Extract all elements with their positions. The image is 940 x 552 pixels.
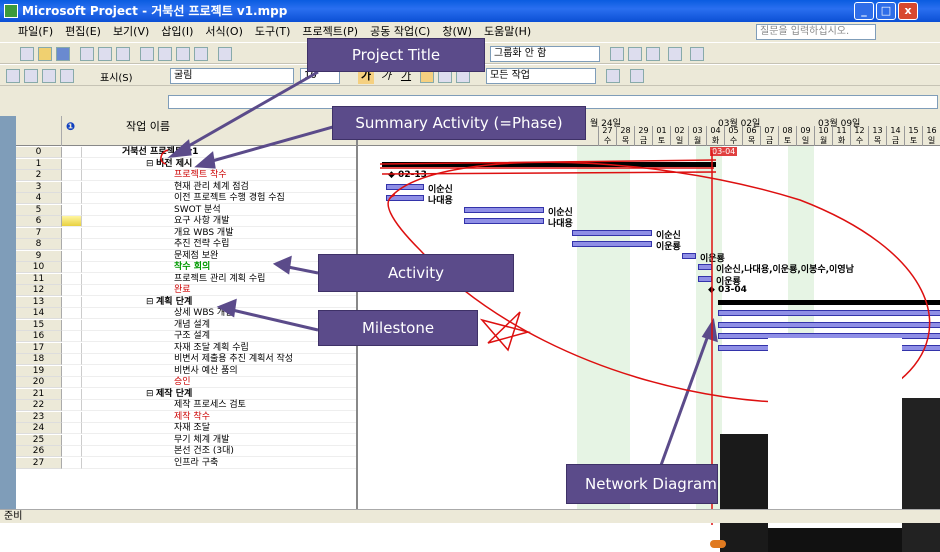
red-mark-title — [160, 149, 169, 165]
callout-milestone: Milestone — [318, 310, 478, 346]
arrowhead-summary — [194, 151, 216, 169]
presenter-whiteboard — [768, 338, 902, 528]
presenter-hand — [710, 540, 726, 548]
arrowhead-activity — [272, 255, 292, 275]
status-text: 준비 — [4, 511, 23, 522]
arrow-network — [658, 329, 712, 469]
callout-summary-activity: Summary Activity (=Phase) — [332, 106, 586, 140]
status-bar: 준비 — [0, 509, 940, 523]
presenter-shoulder — [720, 434, 768, 552]
arrow-summary — [204, 123, 341, 165]
callout-network-diagram: Network Diagram — [566, 464, 718, 504]
arrowhead-network — [701, 317, 718, 343]
presenter-body — [902, 398, 940, 552]
arrow-title — [177, 70, 319, 154]
red-star-milestone — [479, 311, 531, 352]
presenter-shadow — [768, 528, 902, 552]
arrow-milestone — [227, 307, 319, 332]
arrowhead-title — [167, 139, 192, 159]
callout-activity: Activity — [318, 254, 514, 292]
callout-project-title: Project Title — [307, 38, 485, 72]
arrowhead-milestone — [216, 298, 237, 318]
